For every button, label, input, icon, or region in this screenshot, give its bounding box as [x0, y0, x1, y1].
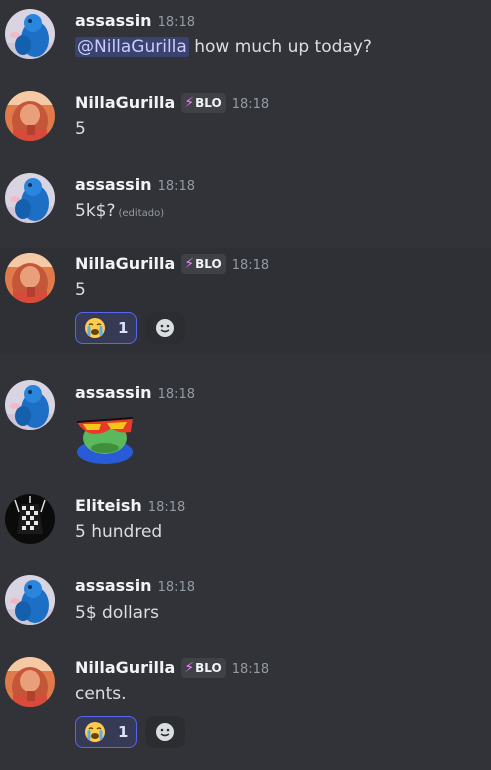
timestamp[interactable]: 18:18	[158, 15, 195, 30]
reaction-count: 1	[118, 723, 129, 741]
message-text: cents.	[75, 684, 127, 704]
reaction-count: 1	[118, 319, 129, 337]
badge-label: BLO	[195, 257, 222, 271]
guild-tag-badge[interactable]: ⚡BLO	[181, 658, 226, 678]
reaction-button[interactable]: 1	[75, 312, 137, 344]
author-name[interactable]: assassin	[75, 383, 152, 402]
message[interactable]: Eliteish 18:18 5 hundred	[0, 482, 491, 566]
message-header: assassin 18:18	[75, 175, 195, 194]
avatar[interactable]	[5, 253, 55, 303]
message-content: @NillaGurilla how much up today?	[75, 37, 372, 57]
message-text: 5	[75, 280, 86, 300]
badge-label: BLO	[195, 661, 222, 675]
message-text: 5	[75, 119, 86, 139]
add-reaction-button[interactable]	[145, 716, 185, 748]
avatar[interactable]	[5, 494, 55, 544]
message[interactable]: assassin 18:18 5$ dollars	[0, 566, 491, 648]
timestamp[interactable]: 18:18	[232, 662, 269, 677]
message-text: 5k$?	[75, 201, 116, 221]
author-name[interactable]: assassin	[75, 175, 152, 194]
author-name[interactable]: NillaGurilla	[75, 254, 175, 273]
avatar[interactable]	[5, 91, 55, 141]
edited-label: (editado)	[118, 208, 165, 219]
message[interactable]: NillaGurilla ⚡BLO 18:18 cents. 1	[0, 648, 491, 770]
user-mention[interactable]: @NillaGurilla	[75, 37, 189, 57]
smile-icon	[155, 318, 175, 338]
message[interactable]: assassin 18:18	[0, 372, 491, 480]
guild-tag-badge[interactable]: ⚡BLO	[181, 93, 226, 113]
message-header: Eliteish 18:18	[75, 496, 185, 515]
pepe-sunglasses-emote[interactable]	[75, 412, 137, 464]
message[interactable]: NillaGurilla ⚡BLO 18:18 5	[0, 82, 491, 164]
message-text: 5 hundred	[75, 522, 163, 542]
timestamp[interactable]: 18:18	[158, 580, 195, 595]
badge-label: BLO	[195, 96, 222, 110]
smile-icon	[155, 722, 175, 742]
message-text: how much up today?	[188, 37, 372, 57]
message-header: NillaGurilla ⚡BLO 18:18	[75, 93, 269, 113]
timestamp[interactable]: 18:18	[158, 387, 195, 402]
author-name[interactable]: assassin	[75, 11, 152, 30]
message-header: assassin 18:18	[75, 576, 195, 595]
author-name[interactable]: Eliteish	[75, 496, 142, 515]
message[interactable]: NillaGurilla ⚡BLO 18:18 5 1	[0, 248, 491, 354]
lightning-icon: ⚡	[184, 660, 195, 676]
lightning-icon: ⚡	[184, 256, 195, 272]
add-reaction-button[interactable]	[145, 312, 185, 344]
message-header: NillaGurilla ⚡BLO 18:18	[75, 254, 269, 274]
avatar[interactable]	[5, 380, 55, 430]
timestamp[interactable]: 18:18	[148, 500, 185, 515]
guild-tag-badge[interactable]: ⚡BLO	[181, 254, 226, 274]
crying-face-icon	[84, 317, 106, 339]
message[interactable]: assassin 18:18 5k$? (editado)	[0, 164, 491, 248]
avatar[interactable]	[5, 575, 55, 625]
reaction-button[interactable]: 1	[75, 716, 137, 748]
lightning-icon: ⚡	[184, 95, 195, 111]
message-content: 5k$? (editado)	[75, 201, 164, 221]
message-header: assassin 18:18	[75, 11, 195, 30]
avatar[interactable]	[5, 9, 55, 59]
author-name[interactable]: NillaGurilla	[75, 93, 175, 112]
message-header: NillaGurilla ⚡BLO 18:18	[75, 658, 269, 678]
timestamp[interactable]: 18:18	[158, 179, 195, 194]
message-header: assassin 18:18	[75, 383, 195, 402]
crying-face-icon	[84, 721, 106, 743]
author-name[interactable]: NillaGurilla	[75, 658, 175, 677]
timestamp[interactable]: 18:18	[232, 97, 269, 112]
message-text: 5$ dollars	[75, 603, 159, 623]
avatar[interactable]	[5, 657, 55, 707]
avatar[interactable]	[5, 173, 55, 223]
author-name[interactable]: assassin	[75, 576, 152, 595]
message[interactable]: assassin 18:18 @NillaGurilla how much up …	[0, 0, 491, 82]
timestamp[interactable]: 18:18	[232, 258, 269, 273]
